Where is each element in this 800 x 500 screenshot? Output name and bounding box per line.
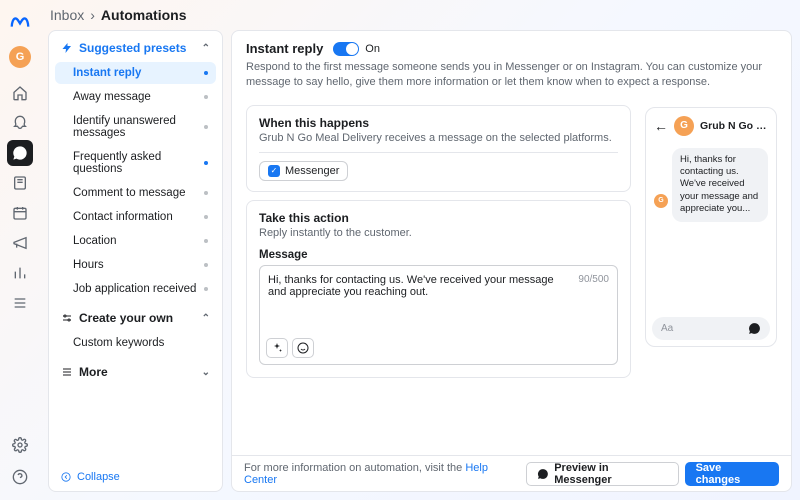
nav-planner[interactable] (7, 200, 33, 226)
message-label: Message (259, 249, 618, 261)
message-box: 90/500 (259, 265, 618, 365)
content-panel: Instant reply On Respond to the first me… (231, 30, 792, 492)
toggle-state-label: On (365, 43, 380, 55)
page-title: Instant reply (246, 41, 323, 56)
preview-placeholder: Aa (661, 323, 673, 334)
sparkle-icon (271, 342, 283, 354)
breadcrumb-parent[interactable]: Inbox (50, 7, 84, 23)
bolt-icon (61, 42, 73, 54)
chat-preview: ← G Grub N Go M... G Hi, thanks for cont… (645, 107, 777, 347)
nav-content[interactable] (7, 170, 33, 196)
presets-label: Suggested presets (79, 41, 186, 55)
when-title: When this happens (259, 116, 618, 130)
action-subtitle: Reply instantly to the customer. (259, 227, 618, 239)
nav-help[interactable] (7, 464, 33, 490)
save-btn-label: Save changes (696, 462, 768, 486)
messenger-icon (537, 468, 549, 480)
emoji-icon (297, 342, 309, 354)
messenger-icon (748, 322, 761, 335)
collapse-icon (61, 472, 71, 482)
list-icon (61, 366, 73, 378)
nav-ads[interactable] (7, 230, 33, 256)
when-card: When this happens Grub N Go Meal Deliver… (246, 105, 631, 192)
nav-insights[interactable] (7, 260, 33, 286)
chevron-up-icon: ⌃ (202, 313, 210, 324)
footer-text: For more information on automation, visi… (244, 462, 520, 486)
nav-notifications[interactable] (7, 110, 33, 136)
preview-page-name: Grub N Go M... (700, 120, 768, 132)
footer-bar: For more information on automation, visi… (232, 455, 791, 491)
more-label: More (79, 365, 108, 379)
collapse-button[interactable]: Collapse (61, 471, 120, 483)
chevron-right-icon: › (90, 7, 95, 23)
preview-back-icon[interactable]: ← (654, 118, 668, 134)
when-subtitle: Grub N Go Meal Delivery receives a messa… (259, 132, 618, 144)
adjust-icon (61, 312, 73, 324)
create-own-label: Create your own (79, 311, 173, 325)
sidebar-item-comment-to-message[interactable]: Comment to message (55, 182, 216, 204)
preview-btn-label: Preview in Messenger (554, 462, 667, 486)
sidebar-item-location[interactable]: Location (55, 230, 216, 252)
platform-messenger-chip[interactable]: ✓ Messenger (259, 161, 348, 181)
platform-label: Messenger (285, 165, 339, 177)
nav-inbox[interactable] (7, 140, 33, 166)
presets-header[interactable]: Suggested presets ⌃ (49, 31, 222, 61)
action-title: Take this action (259, 211, 618, 225)
personalize-button[interactable] (266, 338, 288, 358)
emoji-button[interactable] (292, 338, 314, 358)
check-icon: ✓ (268, 165, 280, 177)
enable-toggle[interactable] (333, 42, 359, 56)
preview-input: Aa (652, 317, 770, 340)
meta-logo[interactable] (9, 12, 31, 34)
preview-bubble-avatar: G (654, 194, 668, 208)
sidebar-item-hours[interactable]: Hours (55, 254, 216, 276)
create-own-header[interactable]: Create your own ⌃ (49, 301, 222, 331)
breadcrumb-current: Automations (101, 7, 187, 23)
collapse-label: Collapse (77, 471, 120, 483)
sidebar-item-instant-reply[interactable]: Instant reply (55, 62, 216, 84)
sidebar-item-faq[interactable]: Frequently asked questions (55, 146, 216, 180)
nav-settings[interactable] (7, 432, 33, 458)
sidebar-item-contact-info[interactable]: Contact information (55, 206, 216, 228)
page-description: Respond to the first message someone sen… (246, 60, 777, 91)
breadcrumb: Inbox › Automations (40, 0, 800, 30)
message-textarea[interactable] (268, 274, 563, 324)
preview-messenger-button[interactable]: Preview in Messenger (526, 462, 678, 486)
nav-all-tools[interactable] (7, 290, 33, 316)
char-counter: 90/500 (578, 274, 609, 285)
org-avatar[interactable]: G (9, 46, 31, 68)
more-header[interactable]: More ⌄ (49, 355, 222, 385)
save-changes-button[interactable]: Save changes (685, 462, 779, 486)
sidebar-item-job-application[interactable]: Job application received (55, 278, 216, 300)
preview-bubble: Hi, thanks for contacting us. We've rece… (672, 148, 768, 222)
nav-home[interactable] (7, 80, 33, 106)
sidebar-item-away-message[interactable]: Away message (55, 86, 216, 108)
action-card: Take this action Reply instantly to the … (246, 200, 631, 378)
chevron-up-icon: ⌃ (202, 43, 210, 54)
sidebar-item-identify-unanswered[interactable]: Identify unanswered messages (55, 110, 216, 144)
automation-sidebar: Suggested presets ⌃ Instant reply Away m… (48, 30, 223, 492)
sidebar-item-custom-keywords[interactable]: Custom keywords (55, 332, 216, 354)
chevron-down-icon: ⌄ (202, 367, 210, 378)
preview-avatar: G (674, 116, 694, 136)
